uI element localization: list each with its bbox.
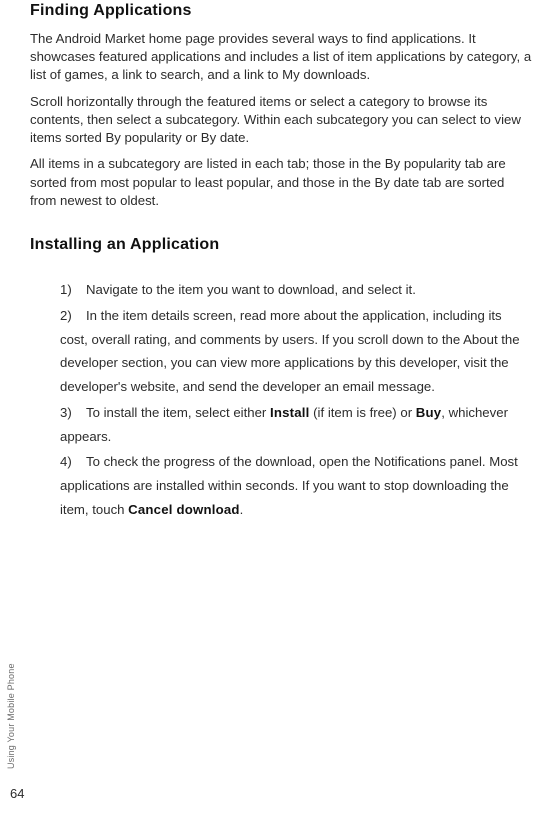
ordered-steps: 1)Navigate to the item you want to downl… [30,278,532,522]
step-number: 4) [60,450,86,474]
heading-finding-applications: Finding Applications [30,0,532,20]
step-text-post: . [240,502,244,517]
step-number: 1) [60,278,86,302]
step-item: 2)In the item details screen, read more … [60,304,530,399]
page-number: 64 [10,786,24,801]
step-item: 1)Navigate to the item you want to downl… [60,278,530,302]
body-paragraph: The Android Market home page provides se… [30,30,532,85]
page-content: Finding Applications The Android Market … [0,0,558,522]
body-paragraph: Scroll horizontally through the featured… [30,93,532,148]
bold-install: Install [270,405,310,420]
step-item: 4)To check the progress of the download,… [60,450,530,521]
side-section-label: Using Your Mobile Phone [6,663,16,769]
step-number: 2) [60,304,86,328]
step-text: In the item details screen, read more ab… [60,308,520,394]
step-text: Navigate to the item you want to downloa… [86,282,416,297]
heading-installing-application: Installing an Application [30,236,532,254]
step-number: 3) [60,401,86,425]
body-paragraph: All items in a subcategory are listed in… [30,155,532,210]
bold-cancel-download: Cancel download [128,502,239,517]
bold-buy: Buy [416,405,442,420]
step-text-mid: (if item is free) or [310,405,416,420]
step-text-pre: To install the item, select either [86,405,270,420]
step-item: 3)To install the item, select either Ins… [60,401,530,449]
